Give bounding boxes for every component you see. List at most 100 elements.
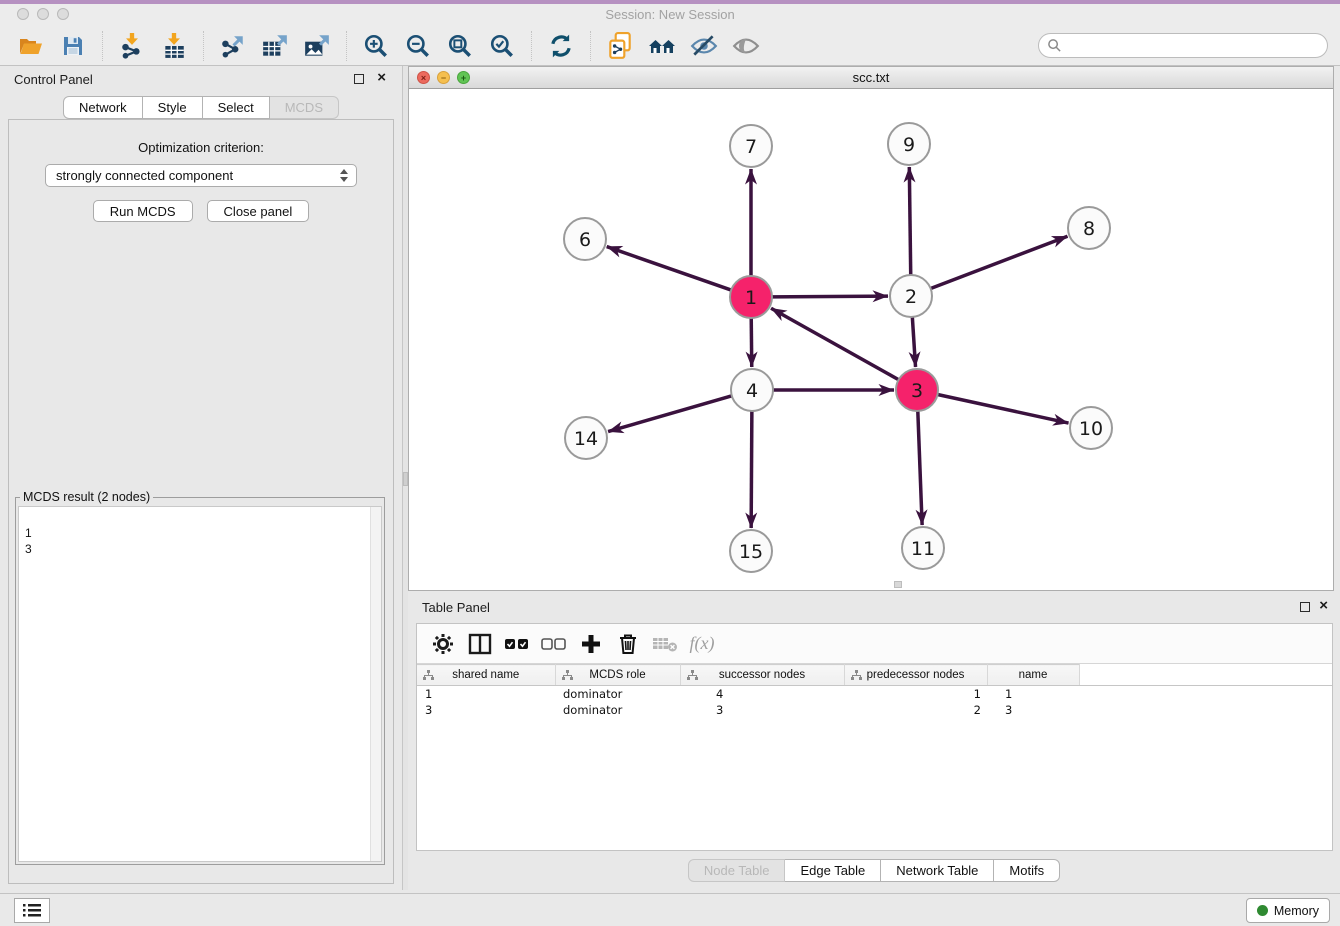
- control-panel-close-icon[interactable]: ×: [377, 69, 386, 86]
- edge-2-3[interactable]: [912, 317, 915, 367]
- table-cell[interactable]: 2: [844, 702, 987, 718]
- canvas-scroll-grip[interactable]: [894, 581, 902, 588]
- column-header-shared-name[interactable]: shared name: [417, 665, 555, 686]
- search-field[interactable]: [1038, 33, 1328, 58]
- column-header-successor-nodes[interactable]: successor nodes: [680, 665, 844, 686]
- table-cell[interactable]: 3: [417, 702, 555, 718]
- graph-node-11[interactable]: 11: [902, 527, 944, 569]
- table-cell[interactable]: 1: [844, 686, 987, 702]
- export-image-icon[interactable]: [302, 31, 332, 61]
- table-cell[interactable]: 4: [680, 686, 844, 702]
- table-cell[interactable]: dominator: [555, 702, 680, 718]
- toolbar-separator: [346, 31, 347, 61]
- import-network-icon[interactable]: [117, 31, 147, 61]
- table-settings-gear-icon[interactable]: [429, 631, 457, 657]
- graph-node-6[interactable]: 6: [564, 218, 606, 260]
- graph-node-1[interactable]: 1: [730, 276, 772, 318]
- tab-style[interactable]: Style: [143, 96, 203, 119]
- open-session-icon[interactable]: [16, 31, 46, 61]
- graph-node-8[interactable]: 8: [1068, 207, 1110, 249]
- zoom-fit-icon[interactable]: [445, 31, 475, 61]
- table-cell[interactable]: 3: [680, 702, 844, 718]
- table-cell[interactable]: 1: [417, 686, 555, 702]
- refresh-icon[interactable]: [546, 31, 576, 61]
- table-row[interactable]: 1dominator411: [417, 686, 1332, 702]
- edge-4-15[interactable]: [751, 411, 752, 528]
- export-table-icon[interactable]: [260, 31, 290, 61]
- show-column-panel-icon[interactable]: [466, 631, 494, 657]
- task-history-button[interactable]: [14, 898, 50, 923]
- edge-2-8[interactable]: [931, 236, 1068, 288]
- table-tab-network-table[interactable]: Network Table: [881, 859, 994, 882]
- table-tab-edge-table[interactable]: Edge Table: [785, 859, 881, 882]
- tab-mcds[interactable]: MCDS: [270, 96, 339, 119]
- toolbar-separator: [590, 31, 591, 61]
- graph-node-14[interactable]: 14: [565, 417, 607, 459]
- table-panel-close-icon[interactable]: ×: [1319, 597, 1328, 614]
- graph-node-10[interactable]: 10: [1070, 407, 1112, 449]
- edge-3-10[interactable]: [938, 394, 1069, 423]
- zoom-out-icon[interactable]: [403, 31, 433, 61]
- save-session-icon[interactable]: [58, 31, 88, 61]
- hide-selected-icon[interactable]: [689, 31, 719, 61]
- network-graph[interactable]: 7 9 6 8 1 2 4 3 14 10 15 11: [409, 89, 1333, 590]
- criterion-dropdown[interactable]: strongly connected component: [45, 164, 357, 187]
- column-header-MCDS-role[interactable]: MCDS role: [555, 665, 680, 686]
- svg-text:10: 10: [1079, 418, 1103, 440]
- graph-node-3[interactable]: 3: [896, 369, 938, 411]
- table-cell[interactable]: dominator: [555, 686, 680, 702]
- edge-1-2[interactable]: [772, 296, 888, 297]
- search-input[interactable]: [1062, 37, 1327, 54]
- status-bar: Memory: [0, 893, 1340, 926]
- tab-network[interactable]: Network: [63, 96, 143, 119]
- import-table-icon[interactable]: [159, 31, 189, 61]
- run-mcds-button[interactable]: Run MCDS: [93, 200, 193, 222]
- deselect-all-columns-icon[interactable]: [540, 631, 568, 657]
- memory-button[interactable]: Memory: [1246, 898, 1330, 923]
- result-scrollbar[interactable]: [370, 507, 381, 861]
- edge-1-4[interactable]: [751, 318, 752, 367]
- table-tab-motifs[interactable]: Motifs: [994, 859, 1060, 882]
- edge-4-14[interactable]: [608, 396, 732, 432]
- delete-table-icon: [651, 631, 679, 657]
- duplicate-network-icon[interactable]: [605, 31, 635, 61]
- control-panel-float-icon[interactable]: [354, 74, 364, 84]
- svg-text:1: 1: [745, 287, 757, 309]
- column-header-name[interactable]: name: [987, 665, 1079, 686]
- network-window-titlebar[interactable]: × − + scc.txt: [409, 67, 1333, 89]
- select-all-columns-icon[interactable]: [503, 631, 531, 657]
- graph-node-15[interactable]: 15: [730, 530, 772, 572]
- edge-2-9[interactable]: [909, 167, 910, 275]
- graph-node-4[interactable]: 4: [731, 369, 773, 411]
- table-cell[interactable]: 1: [987, 686, 1079, 702]
- zoom-in-icon[interactable]: [361, 31, 391, 61]
- zoom-selected-icon[interactable]: [487, 31, 517, 61]
- column-header-predecessor-nodes[interactable]: predecessor nodes: [844, 665, 987, 686]
- export-network-icon[interactable]: [218, 31, 248, 61]
- table-tab-node-table[interactable]: Node Table: [688, 859, 786, 882]
- graph-node-2[interactable]: 2: [890, 275, 932, 317]
- mcds-result-list[interactable]: 1 3: [18, 506, 382, 862]
- table-panel-float-icon[interactable]: [1300, 602, 1310, 612]
- graph-node-7[interactable]: 7: [730, 125, 772, 167]
- svg-text:4: 4: [746, 380, 758, 402]
- tab-select[interactable]: Select: [203, 96, 270, 119]
- close-panel-button[interactable]: Close panel: [207, 200, 310, 222]
- svg-text:8: 8: [1083, 218, 1095, 240]
- edge-3-1[interactable]: [771, 308, 899, 379]
- delete-column-icon[interactable]: [614, 631, 642, 657]
- node-table[interactable]: shared nameMCDS rolesuccessor nodesprede…: [417, 664, 1332, 718]
- edge-3-11[interactable]: [918, 411, 922, 525]
- table-row[interactable]: 3dominator323: [417, 702, 1332, 718]
- show-all-icon[interactable]: [731, 31, 761, 61]
- edge-1-6[interactable]: [607, 247, 731, 290]
- first-neighbors-icon[interactable]: [647, 31, 677, 61]
- column-type-icon: [851, 670, 862, 681]
- graph-node-9[interactable]: 9: [888, 123, 930, 165]
- table-cell[interactable]: 3: [987, 702, 1079, 718]
- column-type-icon: [562, 670, 573, 681]
- main-toolbar: [0, 26, 1340, 66]
- create-column-icon[interactable]: [577, 631, 605, 657]
- dropdown-stepper-icon: [340, 169, 348, 182]
- network-canvas[interactable]: 7 9 6 8 1 2 4 3 14 10 15 11: [409, 89, 1333, 590]
